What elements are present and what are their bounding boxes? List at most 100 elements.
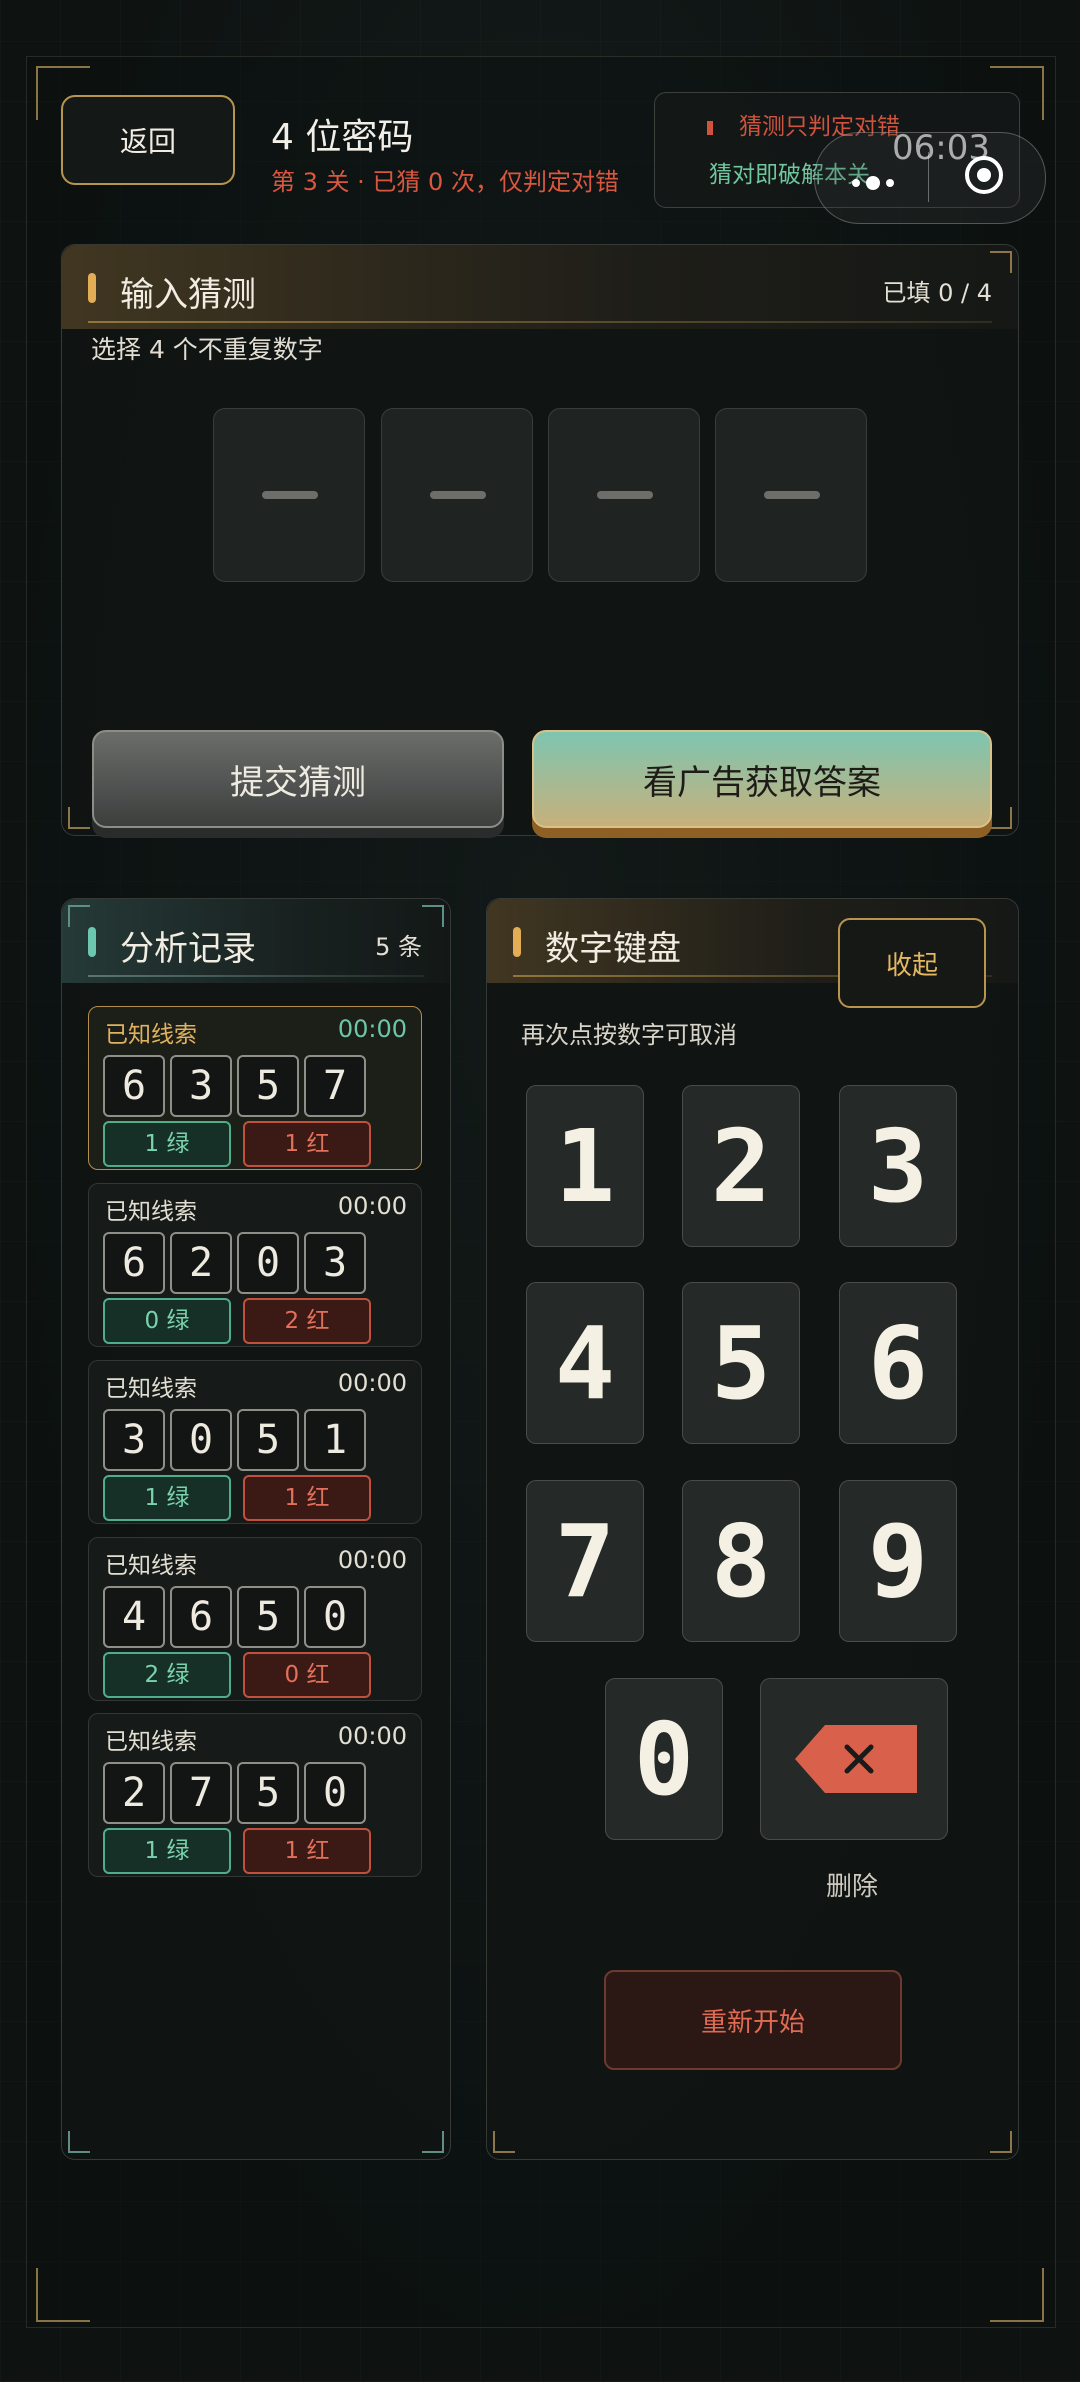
panel-corner xyxy=(68,905,90,927)
panel-corner xyxy=(990,2131,1012,2153)
empty-dash-icon xyxy=(597,491,653,499)
red-count-badge: 1 红 xyxy=(243,1121,371,1167)
filled-count: 已填 0 / 4 xyxy=(882,279,992,307)
panel-corner xyxy=(422,905,444,927)
close-miniapp-icon[interactable] xyxy=(965,156,1003,194)
page-title: 4 位密码 xyxy=(271,117,414,158)
keypad-hint: 再次点按数字可取消 xyxy=(521,1021,737,1049)
record-label: 已知线索 xyxy=(105,1553,197,1579)
header-divider xyxy=(88,975,424,977)
record-digit: 3 xyxy=(103,1409,165,1471)
section-marker-icon xyxy=(88,927,96,957)
record-digit: 0 xyxy=(304,1762,366,1824)
record-label: 已知线索 xyxy=(105,1022,197,1048)
delete-label: 删除 xyxy=(826,1872,879,1902)
green-count-badge: 1 绿 xyxy=(103,1828,231,1874)
guess-slot[interactable] xyxy=(715,408,867,582)
level-status: 第 3 关 · 已猜 0 次，仅判定对错 xyxy=(271,168,619,196)
record-digit: 5 xyxy=(237,1586,299,1648)
collapse-keypad-button[interactable]: 收起 xyxy=(838,918,986,1008)
section-marker-icon xyxy=(513,927,521,957)
record-label: 已知线索 xyxy=(105,1199,197,1225)
record-digit: 0 xyxy=(237,1232,299,1294)
watch-ad-answer-button[interactable]: 看广告获取答案 xyxy=(532,730,992,828)
record-digit: 6 xyxy=(103,1055,165,1117)
record-digit: 2 xyxy=(170,1232,232,1294)
keypad-panel-title: 数字键盘 xyxy=(545,929,681,969)
record-digit: 0 xyxy=(304,1586,366,1648)
records-count: 5 条 xyxy=(375,933,422,961)
record-digit: 7 xyxy=(304,1055,366,1117)
record-digit: 5 xyxy=(237,1762,299,1824)
warning-dot-icon xyxy=(707,121,713,135)
key-3[interactable]: 3 xyxy=(839,1085,957,1247)
header-divider xyxy=(88,321,992,323)
record-time: 00:00 xyxy=(337,1369,407,1397)
backspace-icon xyxy=(795,1725,917,1793)
panel-corner xyxy=(68,2131,90,2153)
panel-corner xyxy=(422,2131,444,2153)
records-panel-header: 分析记录 5 条 xyxy=(62,899,450,983)
key-0[interactable]: 0 xyxy=(605,1678,723,1840)
empty-dash-icon xyxy=(430,491,486,499)
record-time: 00:00 xyxy=(337,1192,407,1220)
record-digit: 0 xyxy=(170,1409,232,1471)
record-card: 已知线索 00:00 3 0 5 1 1 绿 1 红 xyxy=(88,1360,422,1524)
submit-guess-button[interactable]: 提交猜测 xyxy=(92,730,504,828)
panel-corner xyxy=(990,251,1012,273)
key-4[interactable]: 4 xyxy=(526,1282,644,1444)
input-panel-header: 输入猜测 已填 0 / 4 xyxy=(62,245,1018,329)
empty-dash-icon xyxy=(764,491,820,499)
key-6[interactable]: 6 xyxy=(839,1282,957,1444)
record-time: 00:00 xyxy=(337,1546,407,1574)
record-digit: 6 xyxy=(103,1232,165,1294)
green-count-badge: 1 绿 xyxy=(103,1475,231,1521)
empty-dash-icon xyxy=(262,491,318,499)
red-count-badge: 1 红 xyxy=(243,1475,371,1521)
back-button[interactable]: 返回 xyxy=(61,95,235,185)
key-2[interactable]: 2 xyxy=(682,1085,800,1247)
red-count-badge: 1 红 xyxy=(243,1828,371,1874)
record-digit: 3 xyxy=(170,1055,232,1117)
key-1[interactable]: 1 xyxy=(526,1085,644,1247)
record-digit: 7 xyxy=(170,1762,232,1824)
capsule-divider xyxy=(928,152,929,202)
record-digit: 3 xyxy=(304,1232,366,1294)
panel-corner xyxy=(68,807,90,829)
record-card: 已知线索 00:00 4 6 5 0 2 绿 0 红 xyxy=(88,1537,422,1701)
record-time: 00:00 xyxy=(337,1722,407,1750)
record-card: 已知线索 00:00 6 3 5 7 1 绿 1 红 xyxy=(88,1006,422,1170)
record-card: 已知线索 00:00 2 7 5 0 1 绿 1 红 xyxy=(88,1713,422,1877)
guess-slot[interactable] xyxy=(548,408,700,582)
panel-corner xyxy=(990,807,1012,829)
record-label: 已知线索 xyxy=(105,1376,197,1402)
more-icon[interactable] xyxy=(852,172,900,191)
delete-key[interactable] xyxy=(760,1678,948,1840)
key-8[interactable]: 8 xyxy=(682,1480,800,1642)
section-marker-icon xyxy=(88,273,96,303)
record-time: 00:00 xyxy=(337,1015,407,1043)
guess-slot[interactable] xyxy=(213,408,365,582)
green-count-badge: 0 绿 xyxy=(103,1298,231,1344)
key-9[interactable]: 9 xyxy=(839,1480,957,1642)
red-count-badge: 0 红 xyxy=(243,1652,371,1698)
frame-corner xyxy=(990,2268,1044,2322)
record-digit: 5 xyxy=(237,1409,299,1471)
panel-corner xyxy=(493,2131,515,2153)
guess-slot[interactable] xyxy=(381,408,533,582)
restart-button[interactable]: 重新开始 xyxy=(604,1970,902,2070)
frame-corner xyxy=(36,2268,90,2322)
record-label: 已知线索 xyxy=(105,1729,197,1755)
green-count-badge: 1 绿 xyxy=(103,1121,231,1167)
record-digit: 5 xyxy=(237,1055,299,1117)
record-digit: 4 xyxy=(103,1586,165,1648)
records-panel-title: 分析记录 xyxy=(120,929,256,969)
record-card: 已知线索 00:00 6 2 0 3 0 绿 2 红 xyxy=(88,1183,422,1347)
input-panel-title: 输入猜测 xyxy=(120,275,256,315)
record-digit: 2 xyxy=(103,1762,165,1824)
record-digit: 1 xyxy=(304,1409,366,1471)
key-5[interactable]: 5 xyxy=(682,1282,800,1444)
input-instruction: 选择 4 个不重复数字 xyxy=(91,335,323,364)
key-7[interactable]: 7 xyxy=(526,1480,644,1642)
red-count-badge: 2 红 xyxy=(243,1298,371,1344)
